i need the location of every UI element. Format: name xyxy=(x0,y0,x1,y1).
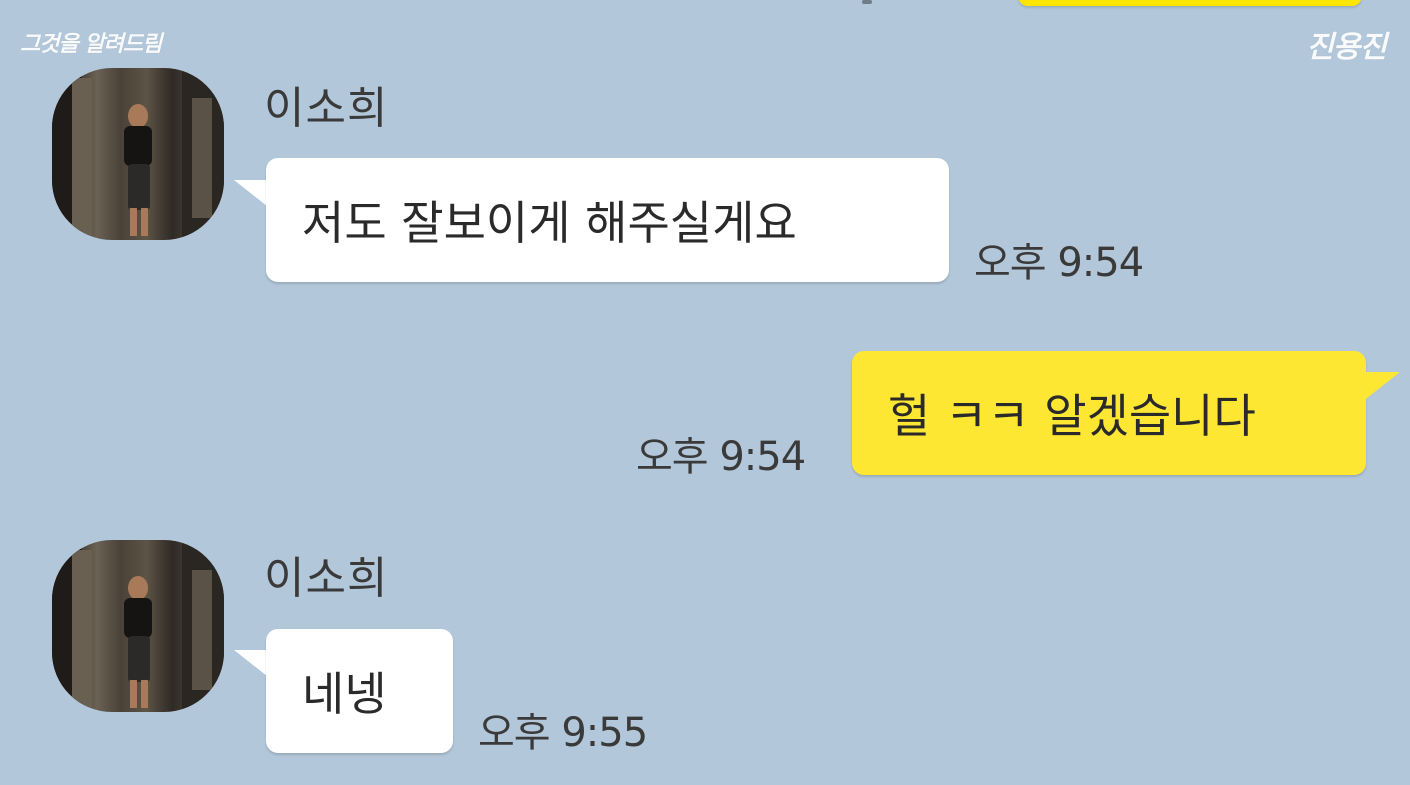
outgoing-message-bubble[interactable]: 헐 ㅋㅋ 알겠습니다 xyxy=(852,351,1366,475)
message-text: 저도 잘보이게 해주실게요 xyxy=(302,196,797,250)
watermark-left: 그것을 알려드림 xyxy=(20,32,162,57)
message-time: 오후 9:55 xyxy=(478,710,648,756)
watermark-right: 진용진 xyxy=(1306,30,1387,65)
profile-photo-icon xyxy=(52,540,224,712)
profile-photo-icon xyxy=(52,68,224,240)
sender-avatar[interactable] xyxy=(52,540,224,712)
message-time: 오후 9:54 xyxy=(636,434,806,480)
message-text: 네넹 xyxy=(302,667,387,721)
previous-time-cropped xyxy=(862,0,872,4)
sender-name: 이소희 xyxy=(264,553,389,604)
message-text: 헐 ㅋㅋ 알겠습니다 xyxy=(888,389,1256,443)
incoming-message-bubble[interactable]: 네넹 xyxy=(266,629,453,753)
sender-avatar[interactable] xyxy=(52,68,224,240)
bubble-tail xyxy=(1362,372,1400,402)
previous-outgoing-bubble-cropped xyxy=(1018,0,1362,6)
incoming-message-bubble[interactable]: 저도 잘보이게 해주실게요 xyxy=(266,158,949,282)
sender-name: 이소희 xyxy=(264,83,389,134)
message-time: 오후 9:54 xyxy=(974,240,1144,286)
